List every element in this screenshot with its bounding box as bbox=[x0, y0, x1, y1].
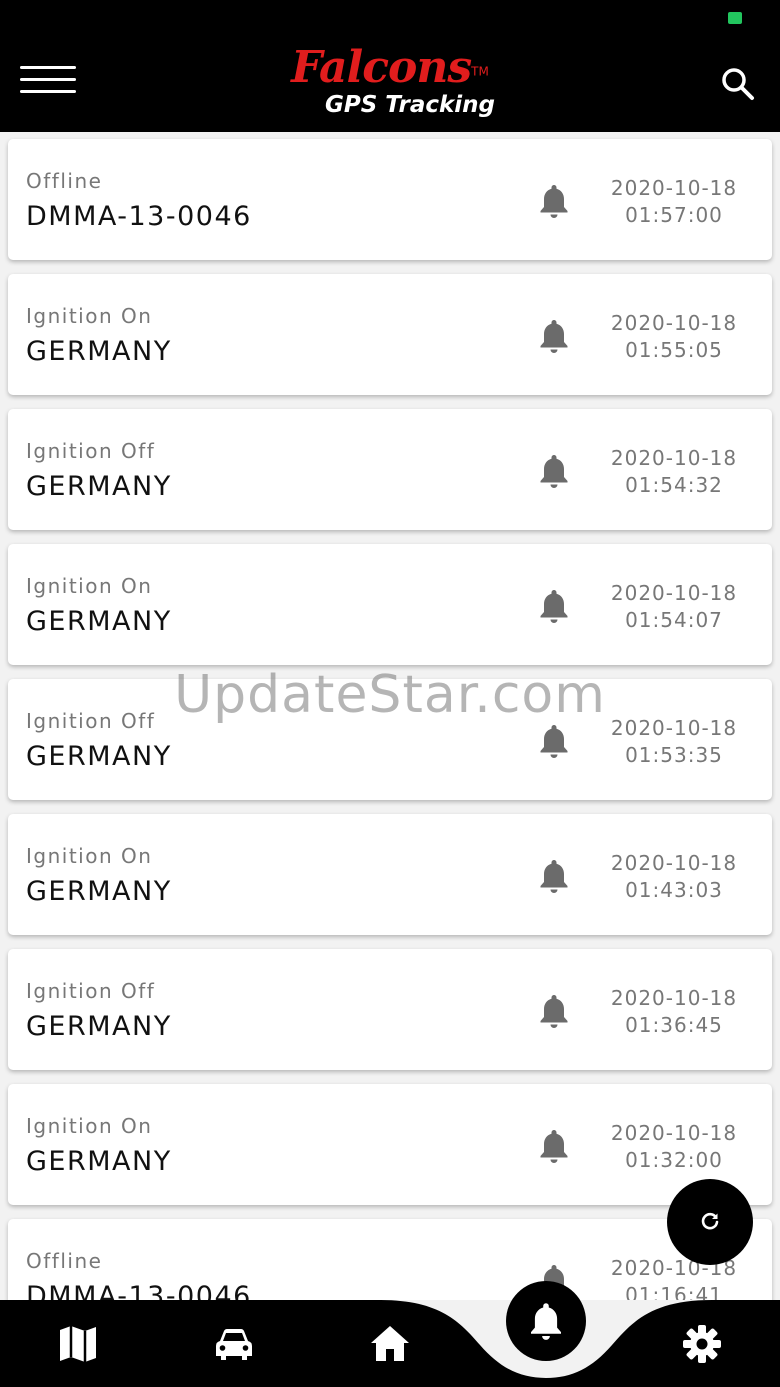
bell-icon bbox=[531, 1303, 561, 1340]
event-device: GERMANY bbox=[26, 876, 172, 907]
event-time: 01:32:00 bbox=[625, 1148, 723, 1172]
nav-notifications-button[interactable] bbox=[506, 1281, 586, 1361]
event-card[interactable]: Ignition Off GERMANY 2020-10-18 01:53:35 bbox=[8, 679, 772, 800]
nav-vehicles-button[interactable] bbox=[212, 1322, 256, 1366]
event-time: 01:54:32 bbox=[625, 473, 723, 497]
event-status: Offline bbox=[26, 169, 103, 193]
bell-icon bbox=[540, 320, 568, 353]
event-status: Offline bbox=[26, 1249, 103, 1273]
event-time: 01:57:00 bbox=[625, 203, 723, 227]
event-date: 2020-10-18 bbox=[610, 311, 738, 335]
brand-logo: FalconsTM GPS Tracking bbox=[0, 42, 780, 119]
event-datetime: 2020-10-18 01:16:41 bbox=[594, 1255, 754, 1300]
event-datetime: 2020-10-18 01:57:00 bbox=[594, 175, 754, 229]
refresh-button[interactable] bbox=[667, 1179, 753, 1265]
event-datetime: 2020-10-18 01:54:32 bbox=[594, 445, 754, 499]
event-device: GERMANY bbox=[26, 1146, 172, 1177]
event-date: 2020-10-18 bbox=[610, 1121, 738, 1145]
event-card[interactable]: Ignition Off GERMANY 2020-10-18 01:54:32 bbox=[8, 409, 772, 530]
gear-icon bbox=[683, 1325, 721, 1363]
event-date: 2020-10-18 bbox=[610, 716, 738, 740]
event-status: Ignition On bbox=[26, 304, 153, 328]
app-header: FalconsTM GPS Tracking bbox=[0, 36, 780, 132]
refresh-icon bbox=[701, 1212, 719, 1230]
event-datetime: 2020-10-18 01:32:00 bbox=[594, 1120, 754, 1174]
event-date: 2020-10-18 bbox=[610, 986, 738, 1010]
event-time: 01:53:35 bbox=[625, 743, 723, 767]
brand-name: Falcons bbox=[291, 42, 472, 93]
bell-icon bbox=[540, 590, 568, 623]
brand-subtitle: GPS Tracking bbox=[325, 92, 495, 118]
nav-settings-button[interactable] bbox=[680, 1322, 724, 1366]
event-date: 2020-10-18 bbox=[610, 851, 738, 875]
event-device: GERMANY bbox=[26, 606, 172, 637]
event-device: DMMA-13-0046 bbox=[26, 1281, 252, 1300]
event-status: Ignition Off bbox=[26, 979, 156, 1003]
nav-home-button[interactable] bbox=[368, 1322, 412, 1366]
bell-icon bbox=[540, 995, 568, 1028]
event-status: Ignition On bbox=[26, 1114, 153, 1138]
event-date: 2020-10-18 bbox=[610, 446, 738, 470]
event-time: 01:43:03 bbox=[625, 878, 723, 902]
event-time: 01:55:05 bbox=[625, 338, 723, 362]
map-icon bbox=[60, 1326, 96, 1362]
bottom-navigation bbox=[0, 1300, 780, 1387]
nav-map-button[interactable] bbox=[56, 1322, 100, 1366]
event-date: 2020-10-18 bbox=[610, 176, 738, 200]
event-datetime: 2020-10-18 01:36:45 bbox=[594, 985, 754, 1039]
search-button[interactable] bbox=[720, 66, 756, 102]
event-card[interactable]: Ignition On GERMANY 2020-10-18 01:55:05 bbox=[8, 274, 772, 395]
car-icon bbox=[216, 1329, 252, 1360]
event-card[interactable]: Offline DMMA-13-0046 2020-10-18 01:57:00 bbox=[8, 139, 772, 260]
event-device: GERMANY bbox=[26, 741, 172, 772]
battery-icon bbox=[728, 12, 742, 24]
event-datetime: 2020-10-18 01:54:07 bbox=[594, 580, 754, 634]
search-icon bbox=[722, 68, 754, 100]
event-device: GERMANY bbox=[26, 336, 172, 367]
bell-icon bbox=[540, 1130, 568, 1163]
event-status: Ignition Off bbox=[26, 709, 156, 733]
event-status: Ignition On bbox=[26, 574, 153, 598]
event-device: GERMANY bbox=[26, 1011, 172, 1042]
event-card[interactable]: Ignition On GERMANY 2020-10-18 01:54:07 bbox=[8, 544, 772, 665]
event-date: 2020-10-18 bbox=[610, 581, 738, 605]
event-card[interactable]: Ignition On GERMANY 2020-10-18 01:32:00 bbox=[8, 1084, 772, 1205]
bell-icon bbox=[540, 860, 568, 893]
bell-icon bbox=[540, 185, 568, 218]
brand-trademark: TM bbox=[471, 64, 489, 79]
event-time: 01:36:45 bbox=[625, 1013, 723, 1037]
event-card[interactable]: Ignition On GERMANY 2020-10-18 01:43:03 bbox=[8, 814, 772, 935]
event-datetime: 2020-10-18 01:53:35 bbox=[594, 715, 754, 769]
bell-icon bbox=[540, 725, 568, 758]
event-device: DMMA-13-0046 bbox=[26, 201, 252, 232]
event-datetime: 2020-10-18 01:55:05 bbox=[594, 310, 754, 364]
home-icon bbox=[371, 1326, 409, 1361]
event-list[interactable]: Offline DMMA-13-0046 2020-10-18 01:57:00… bbox=[0, 132, 780, 1300]
event-datetime: 2020-10-18 01:43:03 bbox=[594, 850, 754, 904]
event-time: 01:54:07 bbox=[625, 608, 723, 632]
event-card[interactable]: Ignition Off GERMANY 2020-10-18 01:36:45 bbox=[8, 949, 772, 1070]
bell-icon bbox=[540, 455, 568, 488]
event-time: 01:16:41 bbox=[625, 1283, 723, 1300]
event-status: Ignition Off bbox=[26, 439, 156, 463]
event-device: GERMANY bbox=[26, 471, 172, 502]
event-card[interactable]: Offline DMMA-13-0046 2020-10-18 01:16:41 bbox=[8, 1219, 772, 1300]
event-status: Ignition On bbox=[26, 844, 153, 868]
status-bar bbox=[0, 0, 780, 36]
